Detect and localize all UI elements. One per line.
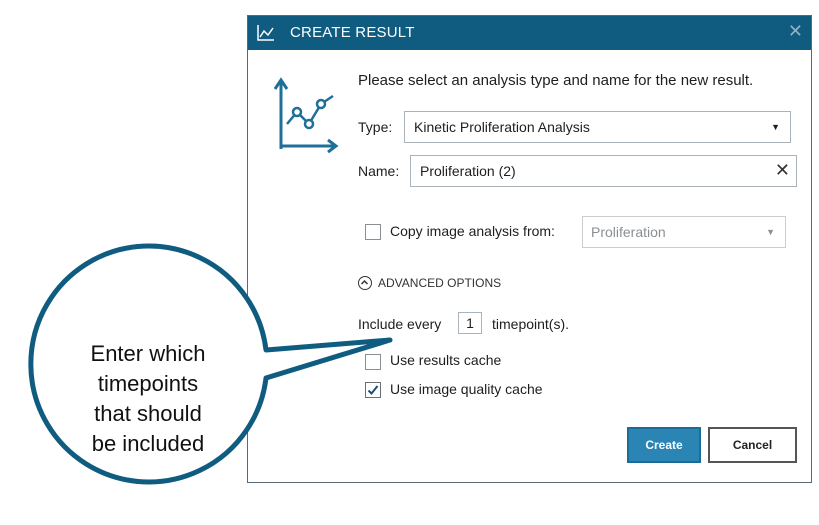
callout-line: Enter which	[90, 341, 206, 366]
callout-line: be included	[91, 431, 205, 456]
callout-line: timepoints	[97, 371, 199, 396]
callout-text: Enter which timepoints that should be in…	[64, 339, 232, 459]
callout-line: that should	[94, 401, 202, 426]
